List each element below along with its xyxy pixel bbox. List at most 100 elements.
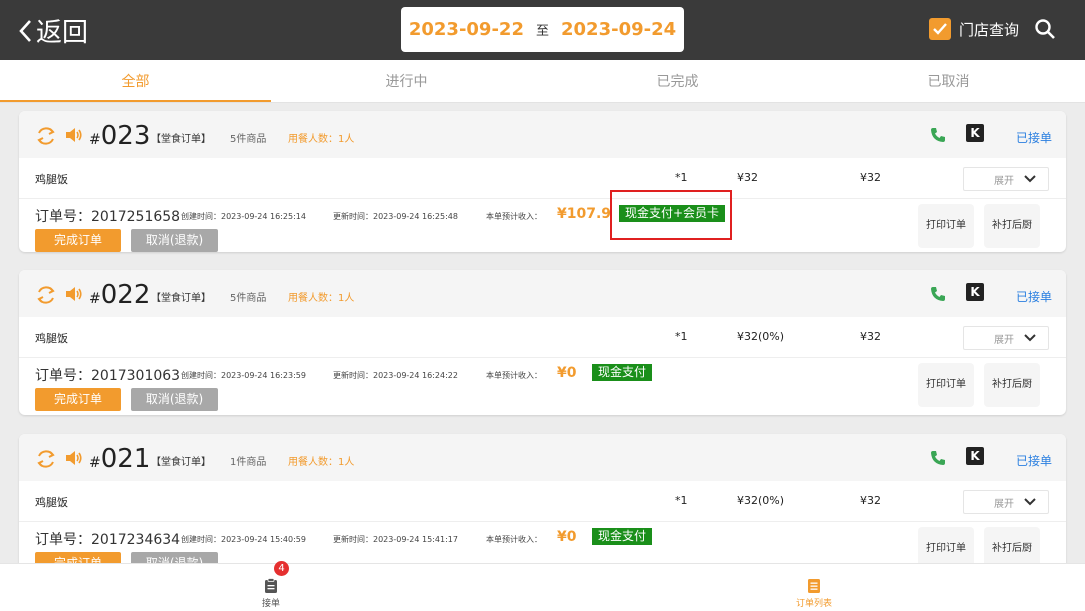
accepted-status-link[interactable]: 已接单 (1016, 288, 1052, 305)
order-card: #021 【堂食订单】 1件商品 用餐人数：1人 K 已接单 鸡腿饭 *1 ¥3… (19, 434, 1066, 563)
order-number: #022 (89, 280, 150, 310)
nav-order-list[interactable]: 订单列表 (754, 564, 874, 611)
order-item-row: 鸡腿饭 *1 ¥32(0%) ¥32 展开 (19, 317, 1066, 358)
checkbox-checked-icon[interactable] (929, 18, 951, 40)
order-list[interactable]: #023 【堂食订单】 5件商品 用餐人数：1人 K 已接单 鸡腿饭 *1 ¥3… (0, 103, 1085, 563)
item-quantity: *1 (675, 330, 688, 343)
k-app-icon[interactable]: K (966, 124, 984, 142)
diner-count: 用餐人数：1人 (288, 293, 355, 304)
expand-button[interactable]: 展开 (963, 167, 1049, 191)
created-time: 创建时间：2023-09-24 16:23:59 (181, 371, 306, 380)
order-type: 【堂食订单】 (151, 134, 211, 145)
order-id: 订单号：2017301063 (35, 368, 181, 384)
expand-label: 展开 (994, 175, 1014, 187)
reprint-kitchen-button[interactable]: 补打后厨 (984, 527, 1040, 563)
order-card: #023 【堂食订单】 5件商品 用餐人数：1人 K 已接单 鸡腿饭 *1 ¥3… (19, 111, 1066, 252)
tab-cancelled[interactable]: 已取消 (813, 60, 1084, 102)
payment-method-badge: 现金支付 (592, 364, 653, 381)
item-count: 1件商品 (230, 457, 267, 468)
cancel-refund-button[interactable]: 取消(退款) (131, 552, 218, 563)
k-app-icon[interactable]: K (966, 447, 984, 465)
date-from[interactable]: 2023-09-22 (409, 19, 524, 40)
income-label: 本单预计收入： (486, 371, 542, 380)
order-type: 【堂食订单】 (151, 457, 211, 468)
phone-icon[interactable] (930, 450, 946, 466)
chevron-down-icon (1024, 175, 1036, 183)
refresh-icon[interactable] (35, 125, 57, 147)
item-name: 鸡腿饭 (35, 496, 68, 509)
item-quantity: *1 (675, 494, 688, 507)
income-label: 本单预计收入： (486, 212, 542, 221)
notification-badge: 4 (274, 561, 289, 576)
clipboard-icon (265, 578, 277, 593)
complete-order-button[interactable]: 完成订单 (35, 229, 121, 252)
chevron-down-icon (1024, 498, 1036, 506)
reprint-kitchen-button[interactable]: 补打后厨 (984, 204, 1040, 248)
accepted-status-link[interactable]: 已接单 (1016, 452, 1052, 469)
order-item-row: 鸡腿饭 *1 ¥32 ¥32 展开 (19, 158, 1066, 199)
estimated-income: ¥0 (557, 365, 577, 381)
tab-completed[interactable]: 已完成 (542, 60, 813, 102)
back-button[interactable]: 返回 (18, 12, 88, 49)
income-label: 本单预计收入： (486, 535, 542, 544)
order-hash: # (89, 291, 101, 307)
order-id: 订单号：2017251658 (35, 209, 181, 225)
tab-all[interactable]: 全部 (0, 60, 271, 102)
item-total: ¥32 (860, 171, 881, 184)
order-number: #021 (89, 444, 150, 474)
order-card: #022 【堂食订单】 5件商品 用餐人数：1人 K 已接单 鸡腿饭 *1 ¥3… (19, 270, 1066, 415)
speaker-icon[interactable] (65, 128, 83, 142)
phone-icon[interactable] (930, 286, 946, 302)
k-app-icon[interactable]: K (966, 283, 984, 301)
speaker-icon[interactable] (65, 451, 83, 465)
created-time: 创建时间：2023-09-24 16:25:14 (181, 212, 306, 221)
expand-label: 展开 (994, 334, 1014, 346)
expand-button[interactable]: 展开 (963, 490, 1049, 514)
expand-button[interactable]: 展开 (963, 326, 1049, 350)
updated-time: 更新时间：2023-09-24 16:25:48 (333, 212, 458, 221)
bottom-nav: 4 接单 订单列表 (0, 561, 1085, 611)
order-id: 订单号：2017234634 (35, 532, 181, 548)
date-range-picker[interactable]: 2023-09-22 至 2023-09-24 (401, 7, 684, 52)
speaker-icon[interactable] (65, 287, 83, 301)
search-icon[interactable] (1034, 18, 1056, 44)
payment-method-badge: 现金支付 (592, 528, 653, 545)
status-tabs: 全部 进行中 已完成 已取消 (0, 60, 1085, 103)
diner-count: 用餐人数：1人 (288, 134, 355, 145)
store-query-label: 门店查询 (959, 20, 1020, 39)
date-separator: 至 (535, 24, 549, 39)
payment-method-badge: 现金支付+会员卡 (619, 205, 726, 222)
back-label: 返回 (36, 18, 89, 48)
phone-icon[interactable] (930, 127, 946, 143)
order-number-value: 022 (100, 280, 151, 310)
order-hash: # (89, 132, 101, 148)
updated-time: 更新时间：2023-09-24 15:41:17 (333, 535, 458, 544)
nav-accept-orders[interactable]: 4 接单 (211, 561, 331, 611)
tab-in-progress[interactable]: 进行中 (271, 60, 542, 102)
cancel-refund-button[interactable]: 取消(退款) (131, 388, 218, 411)
reprint-kitchen-button[interactable]: 补打后厨 (984, 363, 1040, 407)
refresh-icon[interactable] (35, 448, 57, 470)
updated-time: 更新时间：2023-09-24 16:24:22 (333, 371, 458, 380)
chevron-left-icon (19, 19, 31, 42)
order-number-value: 023 (100, 121, 151, 151)
print-order-button[interactable]: 打印订单 (918, 527, 974, 563)
item-name: 鸡腿饭 (35, 332, 68, 345)
item-name: 鸡腿饭 (35, 173, 68, 186)
item-count: 5件商品 (230, 293, 267, 304)
complete-order-button[interactable]: 完成订单 (35, 388, 121, 411)
refresh-icon[interactable] (35, 284, 57, 306)
cancel-refund-button[interactable]: 取消(退款) (131, 229, 218, 252)
store-query-toggle[interactable]: 门店查询 (929, 18, 1019, 40)
nav-order-list-label: 订单列表 (795, 599, 832, 609)
order-number: #023 (89, 121, 150, 151)
print-order-button[interactable]: 打印订单 (918, 204, 974, 248)
print-order-button[interactable]: 打印订单 (918, 363, 974, 407)
estimated-income: ¥0 (557, 529, 577, 545)
order-item-row: 鸡腿饭 *1 ¥32(0%) ¥32 展开 (19, 481, 1066, 522)
created-time: 创建时间：2023-09-24 15:40:59 (181, 535, 306, 544)
accepted-status-link[interactable]: 已接单 (1016, 129, 1052, 146)
complete-order-button[interactable]: 完成订单 (35, 552, 121, 563)
item-quantity: *1 (675, 171, 688, 184)
date-to[interactable]: 2023-09-24 (561, 19, 676, 40)
